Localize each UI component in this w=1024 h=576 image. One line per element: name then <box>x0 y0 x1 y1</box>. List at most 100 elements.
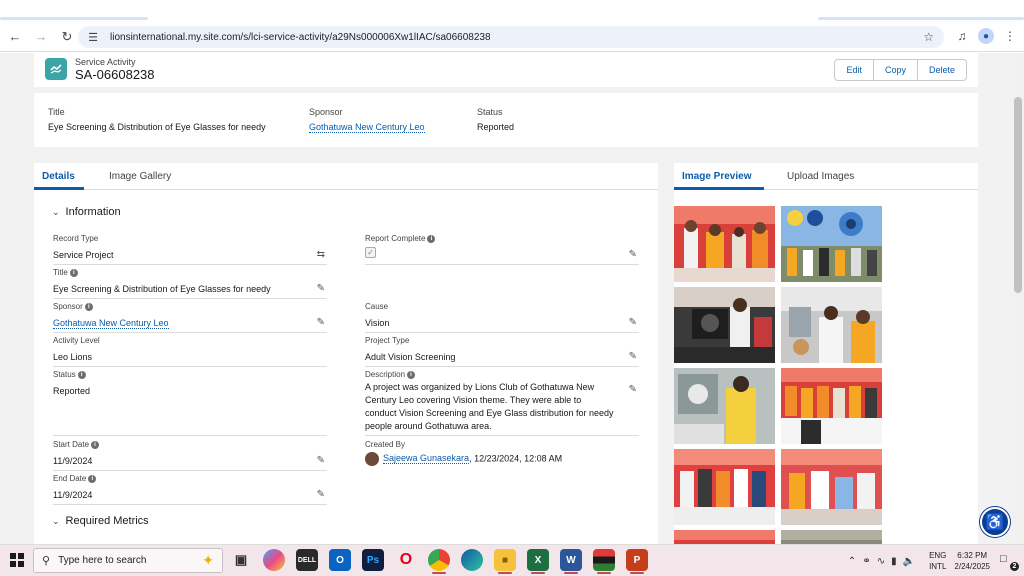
field-end-date: End Date i 11/9/2024 ✎ <box>53 474 327 505</box>
taskbar-search[interactable]: ⚲ Type here to search ✦ <box>33 548 223 573</box>
forward-arrow-icon[interactable]: → <box>30 26 52 48</box>
file-explorer-icon[interactable]: ■ <box>494 549 516 574</box>
gallery-image[interactable] <box>674 530 775 544</box>
bookmark-star-icon[interactable]: ☆ <box>923 30 934 44</box>
gallery-image[interactable] <box>781 530 882 544</box>
chrome-icon[interactable] <box>428 549 450 574</box>
taskbar-search-placeholder[interactable]: Type here to search <box>58 555 146 566</box>
field-label: End Date <box>53 474 87 483</box>
site-info-icon[interactable]: ☰ <box>86 30 100 44</box>
highlight-title: Title Eye Screening & Distribution of Ey… <box>48 107 266 132</box>
report-complete-checkbox[interactable]: ✓ <box>365 247 376 258</box>
back-arrow-icon[interactable]: ← <box>4 26 26 48</box>
field-label-row: Report Complete i <box>365 234 639 243</box>
gallery-image[interactable] <box>781 449 882 525</box>
tab-upload-images[interactable]: Upload Images <box>787 171 854 182</box>
language-indicator[interactable]: ENG INTL <box>929 550 946 572</box>
record-name: SA-06608238 <box>75 67 155 82</box>
edit-pencil-icon[interactable]: ✎ <box>629 351 637 362</box>
info-icon[interactable]: i <box>69 268 78 277</box>
notification-count: 2 <box>1010 562 1019 571</box>
highlight-sponsor-link[interactable]: Gothatuwa New Century Leo <box>309 122 425 133</box>
excel-icon[interactable]: X <box>527 549 549 574</box>
edit-button[interactable]: Edit <box>835 60 874 80</box>
field-project-type: Project Type Adult Vision Screening ✎ <box>365 336 639 367</box>
field-record-type: Record Type Service Project ⇆ <box>53 234 327 265</box>
address-url[interactable]: lionsinternational.my.site.com/s/lci-ser… <box>110 32 491 43</box>
gallery-image[interactable] <box>781 368 882 444</box>
tab-image-preview[interactable]: Image Preview <box>682 171 751 182</box>
scrollbar-thumb[interactable] <box>1014 97 1022 293</box>
dell-icon[interactable]: DELL <box>296 549 318 571</box>
flag-app-icon[interactable] <box>593 549 615 574</box>
field-status: Status i Reported <box>53 370 327 436</box>
media-control-icon[interactable]: ♫ <box>954 29 970 43</box>
info-icon[interactable]: i <box>77 370 86 379</box>
field-value: Adult Vision Screening <box>365 352 456 362</box>
system-tray: ⌃ ⚭ ∿ ▮ 🔈 ENG INTL 6:32 PM 2/24/2025 □ 2 <box>848 545 1024 576</box>
chevron-up-icon[interactable]: ⌃ <box>848 556 856 567</box>
section-required-metrics-title: Required Metrics <box>65 515 149 527</box>
tab-details[interactable]: Details <box>42 171 75 182</box>
gallery-image[interactable] <box>781 287 882 363</box>
edit-pencil-icon[interactable]: ✎ <box>317 317 325 328</box>
copilot-icon[interactable] <box>263 549 285 571</box>
field-cause: Cause Vision ✎ <box>365 302 639 333</box>
delete-button[interactable]: Delete <box>918 60 966 80</box>
reload-icon[interactable]: ↻ <box>56 26 78 48</box>
edit-pencil-icon[interactable]: ✎ <box>317 455 325 466</box>
search-icon: ⚲ <box>42 555 51 567</box>
kebab-menu-icon[interactable]: ⋮ <box>1002 29 1018 43</box>
word-icon[interactable]: W <box>560 549 582 574</box>
edit-pencil-icon[interactable]: ✎ <box>629 384 637 395</box>
opera-icon[interactable]: O <box>395 549 417 571</box>
page-scrollbar[interactable] <box>1012 53 1024 544</box>
section-required-metrics[interactable]: ⌄ Required Metrics <box>52 515 149 527</box>
edit-pencil-icon[interactable]: ✎ <box>317 489 325 500</box>
taskbar-clock[interactable]: 6:32 PM 2/24/2025 <box>954 550 990 572</box>
edit-pencil-icon[interactable]: ✎ <box>629 249 637 260</box>
field-report-complete: Report Complete i ✓ ✎ <box>365 234 639 265</box>
volume-icon[interactable]: 🔈 <box>903 556 915 567</box>
field-label: Created By <box>365 440 406 449</box>
user-avatar[interactable] <box>365 452 379 466</box>
task-view-icon[interactable]: ▣ <box>230 549 252 571</box>
record-actions: Edit Copy Delete <box>834 59 967 81</box>
field-label: Report Complete <box>365 234 426 243</box>
sponsor-link-text[interactable]: Gothatuwa New Century Leo <box>53 318 169 329</box>
notification-icon[interactable]: □ 2 <box>1000 553 1019 571</box>
section-information[interactable]: ⌄ Information <box>52 206 121 218</box>
edge-icon[interactable] <box>461 549 483 571</box>
edit-pencil-icon[interactable]: ✎ <box>629 317 637 328</box>
copy-button[interactable]: Copy <box>874 60 918 80</box>
tab-image-gallery[interactable]: Image Gallery <box>109 171 171 182</box>
gallery-image[interactable] <box>674 449 775 525</box>
change-record-type-icon[interactable]: ⇆ <box>317 249 325 260</box>
info-icon[interactable]: i <box>88 474 97 483</box>
network-icon[interactable]: ⚭ <box>862 556 870 567</box>
gallery-image[interactable] <box>674 368 775 444</box>
powerpoint-icon[interactable]: P <box>626 549 648 574</box>
photoshop-icon[interactable]: Ps <box>362 549 384 571</box>
field-label: Project Type <box>365 336 410 345</box>
windows-start-icon[interactable] <box>10 553 24 567</box>
info-icon[interactable]: i <box>91 440 100 449</box>
info-icon[interactable]: i <box>84 302 93 311</box>
created-by-datetime: , 12/23/2024, 12:08 AM <box>469 453 563 464</box>
gallery-image[interactable] <box>674 287 775 363</box>
address-bar[interactable]: ☰ lionsinternational.my.site.com/s/lci-s… <box>78 26 944 48</box>
battery-icon[interactable]: ▮ <box>891 556 897 567</box>
info-icon[interactable]: i <box>427 234 436 243</box>
gallery-image[interactable] <box>674 206 775 282</box>
info-icon[interactable]: i <box>407 370 416 379</box>
field-sponsor: Sponsor i Gothatuwa New Century Leo ✎ <box>53 302 327 333</box>
gallery-image[interactable] <box>781 206 882 282</box>
edit-pencil-icon[interactable]: ✎ <box>317 283 325 294</box>
wifi-icon[interactable]: ∿ <box>877 556 885 567</box>
accessibility-icon[interactable]: ♿ <box>980 507 1010 537</box>
outlook-icon[interactable]: O <box>329 549 351 571</box>
sponsor-link[interactable]: Gothatuwa New Century Leo <box>53 317 327 330</box>
profile-avatar-icon[interactable]: ● <box>978 28 994 44</box>
created-by-user-link[interactable]: Sajeewa Gunasekara <box>383 453 470 465</box>
tab-strip-accent <box>818 17 1024 20</box>
